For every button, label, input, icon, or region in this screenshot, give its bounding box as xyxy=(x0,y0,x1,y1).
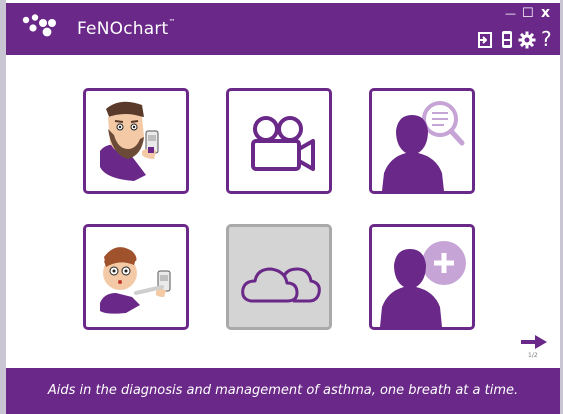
minimize-button[interactable]: — xyxy=(505,7,516,20)
device-icon[interactable] xyxy=(501,30,513,49)
adult-with-device-icon xyxy=(100,101,159,182)
window-frame-left xyxy=(0,0,6,414)
close-button[interactable]: x xyxy=(541,5,550,21)
tile-video-tutorial[interactable] xyxy=(226,88,332,194)
trademark-mark: ™ xyxy=(168,18,176,27)
tile-add-patient[interactable] xyxy=(369,224,475,330)
logout-icon[interactable] xyxy=(477,31,493,49)
gear-icon[interactable] xyxy=(518,31,536,49)
tile-adult-measurement[interactable] xyxy=(83,88,189,194)
child-with-device-icon xyxy=(100,247,171,314)
person-magnifier-icon xyxy=(382,101,465,191)
app-name-text: FeNOchart xyxy=(77,19,169,39)
logo-icon xyxy=(22,14,56,37)
tile-child-measurement[interactable] xyxy=(83,224,189,330)
footer-bar: Aids in the diagnosis and management of … xyxy=(6,368,560,414)
video-camera-icon xyxy=(251,116,315,171)
next-page-arrow-icon[interactable] xyxy=(519,333,549,351)
page-indicator: 1/2 xyxy=(528,352,538,359)
footer-tagline: Aids in the diagnosis and management of … xyxy=(47,383,519,398)
help-button[interactable]: ? xyxy=(541,27,552,51)
cloud-icon xyxy=(241,267,321,303)
tile-patient-search[interactable] xyxy=(369,88,475,194)
person-plus-icon xyxy=(380,241,466,327)
app-header: FeNOchart™ — ☐ x ? xyxy=(6,3,560,55)
app-title: FeNOchart™ xyxy=(77,18,176,39)
tile-cloud-sync[interactable] xyxy=(226,224,332,330)
maximize-button[interactable]: ☐ xyxy=(522,6,534,21)
